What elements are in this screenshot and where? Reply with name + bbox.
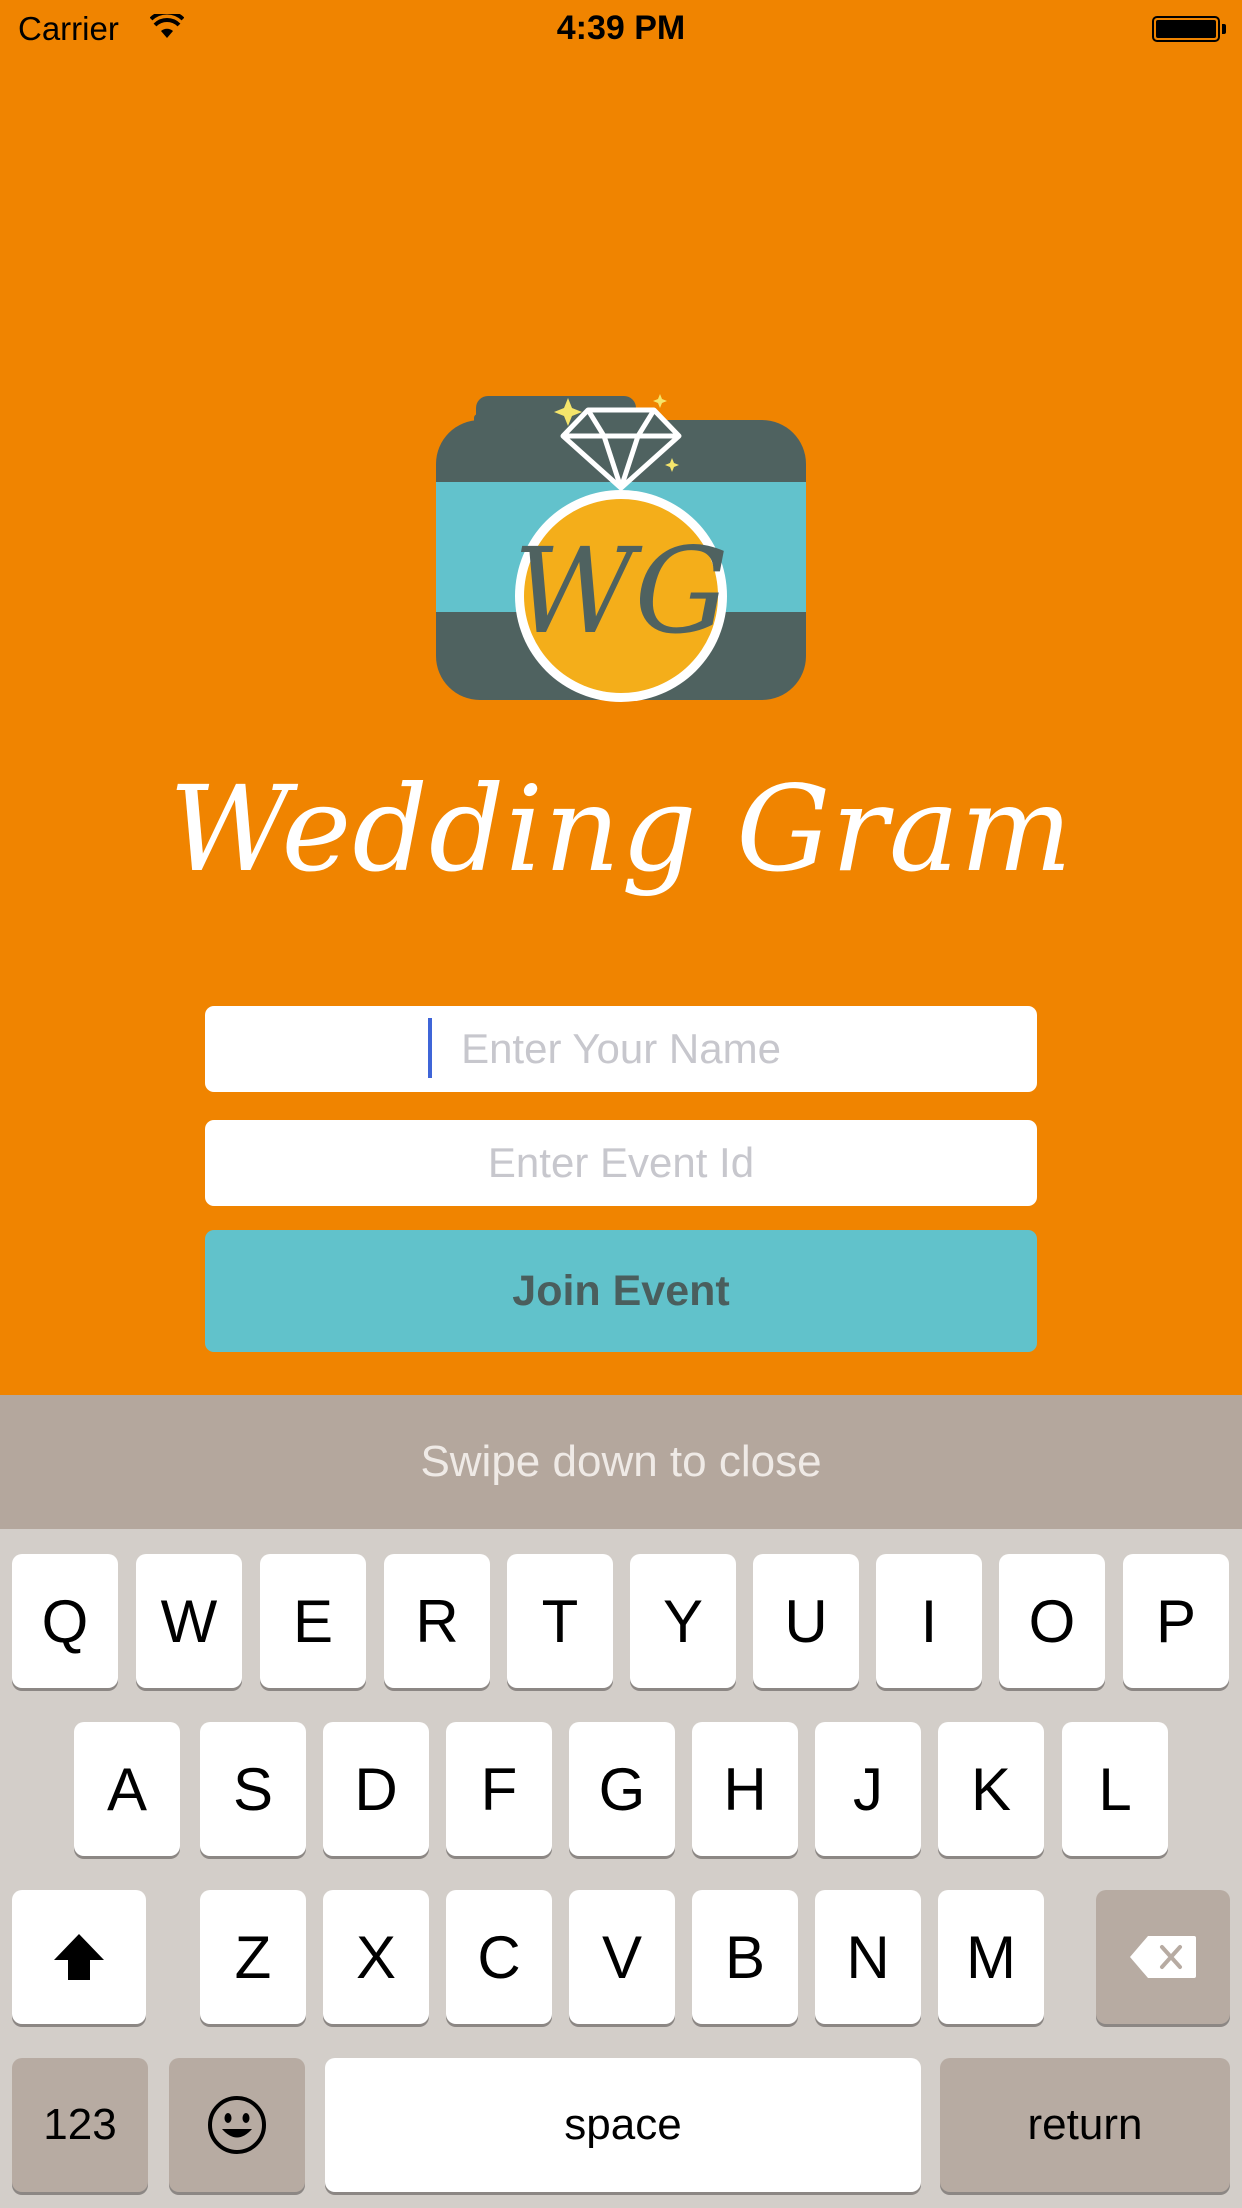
emoji-icon bbox=[208, 2096, 266, 2154]
name-field[interactable] bbox=[205, 1006, 1037, 1092]
key-t[interactable]: T bbox=[507, 1554, 613, 1688]
numbers-key[interactable]: 123 bbox=[12, 2058, 148, 2192]
key-f[interactable]: F bbox=[446, 1722, 552, 1856]
key-r[interactable]: R bbox=[384, 1554, 490, 1688]
key-g[interactable]: G bbox=[569, 1722, 675, 1856]
logo-monogram: WG bbox=[513, 522, 729, 660]
delete-key[interactable] bbox=[1096, 1890, 1230, 2024]
battery-icon bbox=[1152, 16, 1220, 42]
keyboard-hint-label: Swipe down to close bbox=[420, 1437, 822, 1486]
key-y[interactable]: Y bbox=[630, 1554, 736, 1688]
key-m[interactable]: M bbox=[938, 1890, 1044, 2024]
key-z[interactable]: Z bbox=[200, 1890, 306, 2024]
return-key[interactable]: return bbox=[940, 2058, 1230, 2192]
keyboard-dismiss-hint[interactable]: Swipe down to close bbox=[0, 1395, 1242, 1529]
camera-ring-logo-icon: WG bbox=[436, 394, 806, 702]
emoji-key[interactable] bbox=[169, 2058, 305, 2192]
key-b[interactable]: B bbox=[692, 1890, 798, 2024]
event-id-input[interactable] bbox=[205, 1138, 1037, 1188]
key-a[interactable]: A bbox=[74, 1722, 180, 1856]
event-id-field[interactable] bbox=[205, 1120, 1037, 1206]
status-bar: Carrier 4:39 PM bbox=[0, 0, 1242, 60]
app-title: Wedding Gram bbox=[168, 760, 1074, 898]
key-d[interactable]: D bbox=[323, 1722, 429, 1856]
key-c[interactable]: C bbox=[446, 1890, 552, 2024]
delete-icon bbox=[1130, 1936, 1196, 1978]
key-e[interactable]: E bbox=[260, 1554, 366, 1688]
key-i[interactable]: I bbox=[876, 1554, 982, 1688]
key-j[interactable]: J bbox=[815, 1722, 921, 1856]
battery-tip bbox=[1222, 24, 1226, 34]
key-x[interactable]: X bbox=[323, 1890, 429, 2024]
shift-icon bbox=[54, 1934, 104, 1980]
join-event-button[interactable]: Join Event bbox=[205, 1230, 1037, 1352]
key-q[interactable]: Q bbox=[12, 1554, 118, 1688]
key-u[interactable]: U bbox=[753, 1554, 859, 1688]
shift-key[interactable] bbox=[12, 1890, 146, 2024]
key-w[interactable]: W bbox=[136, 1554, 242, 1688]
key-k[interactable]: K bbox=[938, 1722, 1044, 1856]
key-s[interactable]: S bbox=[200, 1722, 306, 1856]
key-n[interactable]: N bbox=[815, 1890, 921, 2024]
name-input[interactable] bbox=[205, 1024, 1037, 1074]
keyboard: Q W E R T Y U I O P A S D F G H J K L Z … bbox=[0, 1529, 1242, 2208]
status-time: 4:39 PM bbox=[556, 9, 686, 47]
space-key[interactable]: space bbox=[325, 2058, 921, 2192]
key-l[interactable]: L bbox=[1062, 1722, 1168, 1856]
key-v[interactable]: V bbox=[569, 1890, 675, 2024]
key-h[interactable]: H bbox=[692, 1722, 798, 1856]
text-caret bbox=[428, 1018, 432, 1078]
key-o[interactable]: O bbox=[999, 1554, 1105, 1688]
key-p[interactable]: P bbox=[1123, 1554, 1229, 1688]
